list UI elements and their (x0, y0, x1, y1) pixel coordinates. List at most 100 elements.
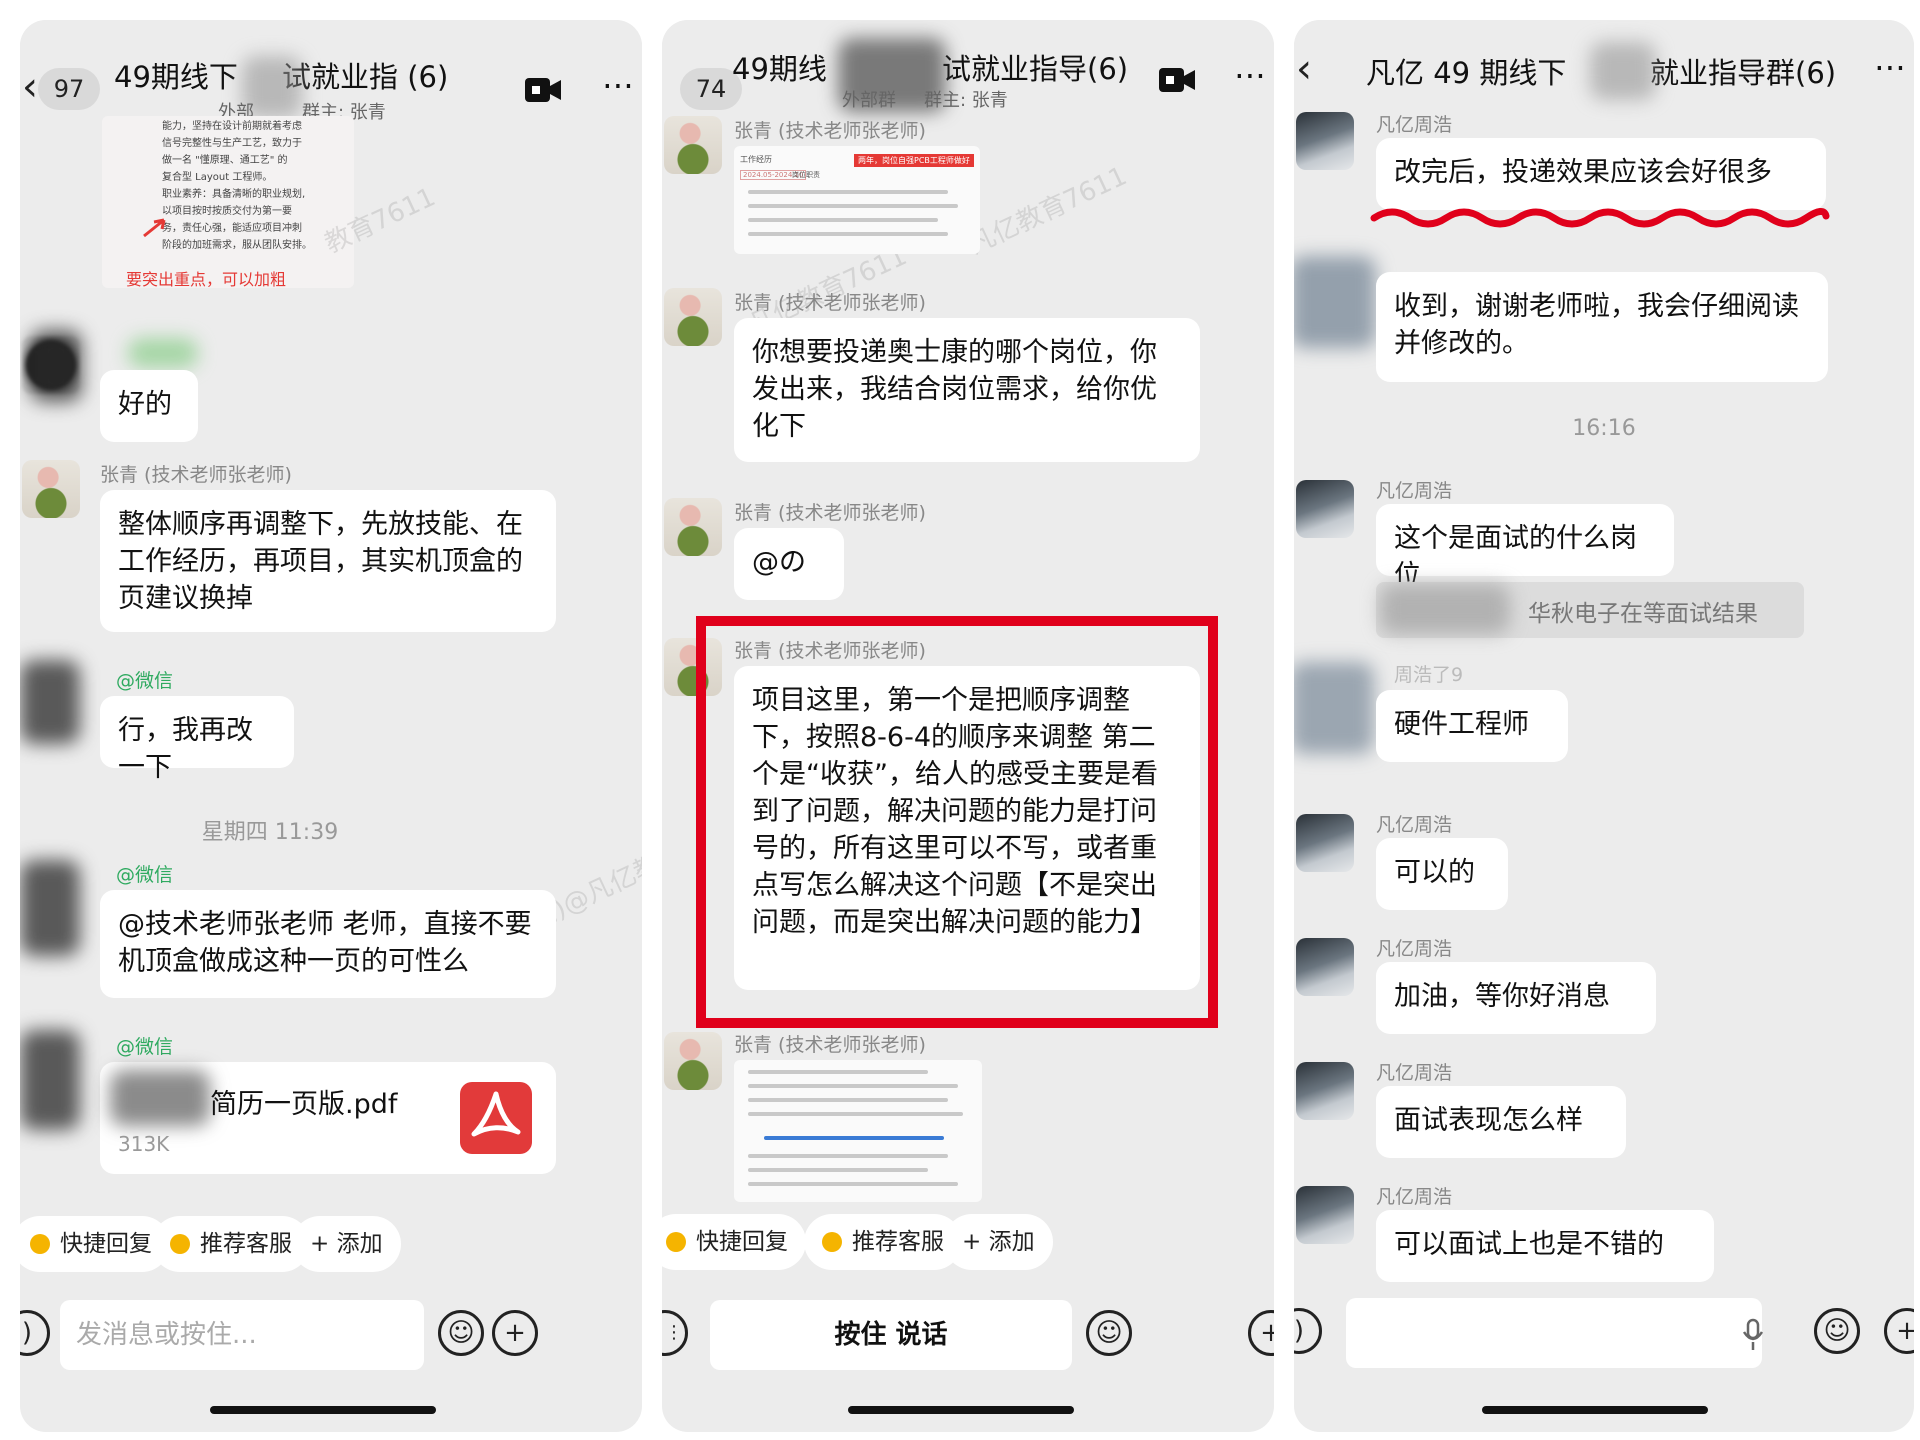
file-name: 简历一页版.pdf (210, 1089, 398, 1120)
timestamp: 星期四 11:39 (201, 820, 339, 845)
image-message[interactable] (734, 1060, 982, 1202)
redaction (1294, 256, 1376, 348)
video-call-icon[interactable] (524, 76, 562, 104)
emoji-icon[interactable]: ☺ (1814, 1308, 1860, 1354)
unread-badge[interactable]: 97 (38, 68, 100, 110)
message-bubble[interactable]: 行，我再改一下 (100, 696, 294, 783)
chat-panel-1: ‹ 97 49期线下 试就业指 (6) 外部 群主: 张青 ⋯ 能力，坚持在设计… (20, 20, 642, 1432)
sender-name: 凡亿周浩 (1376, 938, 1453, 960)
chat-title: 49期线下 (114, 60, 238, 94)
quick-reply-button[interactable]: 快捷回复 (20, 1216, 170, 1272)
back-icon[interactable]: ‹ (1296, 46, 1312, 92)
image-message[interactable]: 工作经历 2024.05-2024.10 岗位职责 两年，岗位自强PCB工程师做… (734, 146, 980, 254)
sender-name: 张青 (技术老师张老师) (734, 292, 926, 314)
message-bubble[interactable]: 改完后，投递效果应该会好很多 (1376, 138, 1826, 210)
sender-name: 凡亿周浩 (1376, 480, 1453, 502)
quoted-text: 华秋电子在等面试结果 (1528, 601, 1758, 627)
input-row: ) ☺ + (1294, 1288, 1914, 1368)
input-row: ⋮⋮ 按住 说话 ☺ + (662, 1290, 1274, 1370)
plus-icon[interactable]: + (492, 1310, 538, 1356)
message-bubble[interactable]: 整体顺序再调整下，先放技能、在工作经历，再项目，其实机顶盒的页建议换掉 (100, 490, 556, 632)
avatar[interactable] (1296, 480, 1354, 538)
emoji-icon[interactable]: ☺ (1086, 1310, 1132, 1356)
quoted-message[interactable]: 华秋电子在等面试结果 (1376, 582, 1804, 638)
recommend-service-button[interactable]: 推荐客服 (804, 1214, 962, 1270)
avatar[interactable] (1296, 1186, 1354, 1244)
message-bubble[interactable]: 你想要投递奥士康的哪个岗位，你发出来，我结合岗位需求，给你优化下 (734, 318, 1200, 462)
redaction (110, 1070, 210, 1126)
message-bubble[interactable]: 收到，谢谢老师啦，我会仔细阅读并修改的。 (1376, 272, 1828, 382)
sender-name: 张青 (技术老师张老师) (734, 1034, 926, 1056)
red-underline (1370, 208, 1830, 228)
avatar[interactable] (1296, 1062, 1354, 1120)
avatar[interactable] (664, 498, 722, 556)
redaction (30, 330, 82, 402)
voice-icon[interactable]: ) (1294, 1308, 1322, 1354)
chat-panel-3: ‹ 凡亿 49 期线下 就业指导群(6) ⋯ 凡亿周浩 改完后，投递效果应该会好… (1294, 20, 1914, 1432)
message-bubble[interactable]: 好的 (100, 370, 198, 442)
add-button[interactable]: + 添加 (944, 1214, 1053, 1270)
arrow-annotation (764, 1136, 944, 1140)
sender-name: 凡亿周浩 (1376, 1062, 1453, 1084)
emoji-icon[interactable]: ☺ (438, 1310, 484, 1356)
message-input[interactable] (1346, 1298, 1762, 1368)
message-bubble[interactable]: 可以的 (1376, 838, 1508, 910)
mic-icon[interactable] (1742, 1318, 1764, 1352)
plus-icon[interactable]: + (1884, 1308, 1914, 1354)
voice-icon[interactable]: ) (20, 1310, 50, 1356)
sender-name: 张青 (技术老师张老师) (734, 502, 926, 524)
redaction (128, 338, 198, 368)
redaction (20, 1030, 80, 1130)
chat-header: ‹ 凡亿 49 期线下 就业指导群(6) ⋯ (1294, 20, 1914, 112)
sender-name: @微信 (116, 670, 174, 692)
more-icon[interactable]: ⋯ (602, 66, 636, 104)
video-call-icon[interactable] (1158, 66, 1196, 94)
message-bubble[interactable]: @技术老师张老师 老师，直接不要机顶盒做成这种一页的可性么 (100, 890, 556, 998)
message-bubble[interactable]: 加油，等你好消息 (1376, 962, 1656, 1034)
avatar[interactable] (22, 460, 80, 518)
avatar[interactable] (1296, 112, 1354, 170)
avatar[interactable] (664, 1032, 722, 1090)
message-bubble[interactable]: 面试表现怎么样 (1376, 1086, 1626, 1158)
keyboard-icon[interactable]: ⋮⋮ (662, 1310, 688, 1356)
home-indicator (210, 1406, 436, 1414)
service-icon (170, 1234, 190, 1254)
avatar[interactable] (664, 116, 722, 174)
plus-icon[interactable]: + (1248, 1310, 1274, 1356)
sender-name: 张青 (技术老师张老师) (734, 640, 926, 662)
image-caption: 要突出重点，可以加粗 (126, 270, 287, 288)
sender-name: 周浩了9 (1394, 664, 1464, 686)
avatar[interactable] (664, 288, 722, 346)
avatar[interactable] (1296, 814, 1354, 872)
sender-name: @微信 (116, 864, 174, 886)
add-button[interactable]: + 添加 (292, 1216, 401, 1272)
recommend-service-button[interactable]: 推荐客服 (152, 1216, 310, 1272)
sender-name: 凡亿周浩 (1376, 114, 1453, 136)
redaction (1294, 662, 1374, 754)
sender-name: @微信 (116, 1036, 174, 1058)
service-icon (822, 1232, 842, 1252)
redaction (1380, 584, 1510, 634)
message-input[interactable]: 发消息或按住... (60, 1300, 424, 1370)
hold-to-talk-button[interactable]: 按住 说话 (710, 1300, 1072, 1370)
pdf-icon (460, 1082, 532, 1154)
message-bubble[interactable]: 硬件工程师 (1376, 690, 1568, 762)
message-bubble[interactable]: 项目这里，第一个是把顺序调整下，按照8-6-4的顺序来调整 第二个是“收获”，给… (734, 666, 1200, 990)
file-message[interactable]: 简历一页版.pdf 313K (100, 1062, 556, 1174)
redaction (1590, 42, 1656, 100)
avatar[interactable] (1296, 938, 1354, 996)
message-bubble[interactable]: 可以面试上也是不错的 (1376, 1210, 1714, 1282)
chat-subtitle: 群主: 张青 (924, 90, 1008, 111)
message-bubble[interactable]: 这个是面试的什么岗位 (1376, 504, 1674, 591)
more-icon[interactable]: ⋯ (1874, 48, 1908, 86)
more-icon[interactable]: ⋯ (1234, 56, 1268, 94)
message-bubble[interactable]: @の (734, 528, 844, 600)
sender-name: 凡亿周浩 (1376, 814, 1453, 836)
back-icon[interactable]: ‹ (22, 64, 38, 110)
arrow-annotation (143, 218, 166, 238)
quick-reply-button[interactable]: 快捷回复 (662, 1214, 806, 1270)
quick-reply-icon (666, 1232, 686, 1252)
image-message[interactable]: 能力，坚持在设计前期就着考虑 信号完整性与生产工艺，致力于 做一名 "懂原理、通工艺… (102, 116, 354, 288)
chat-title: 49期线 (732, 52, 827, 86)
sender-name: 张青 (技术老师张老师) (100, 464, 292, 486)
